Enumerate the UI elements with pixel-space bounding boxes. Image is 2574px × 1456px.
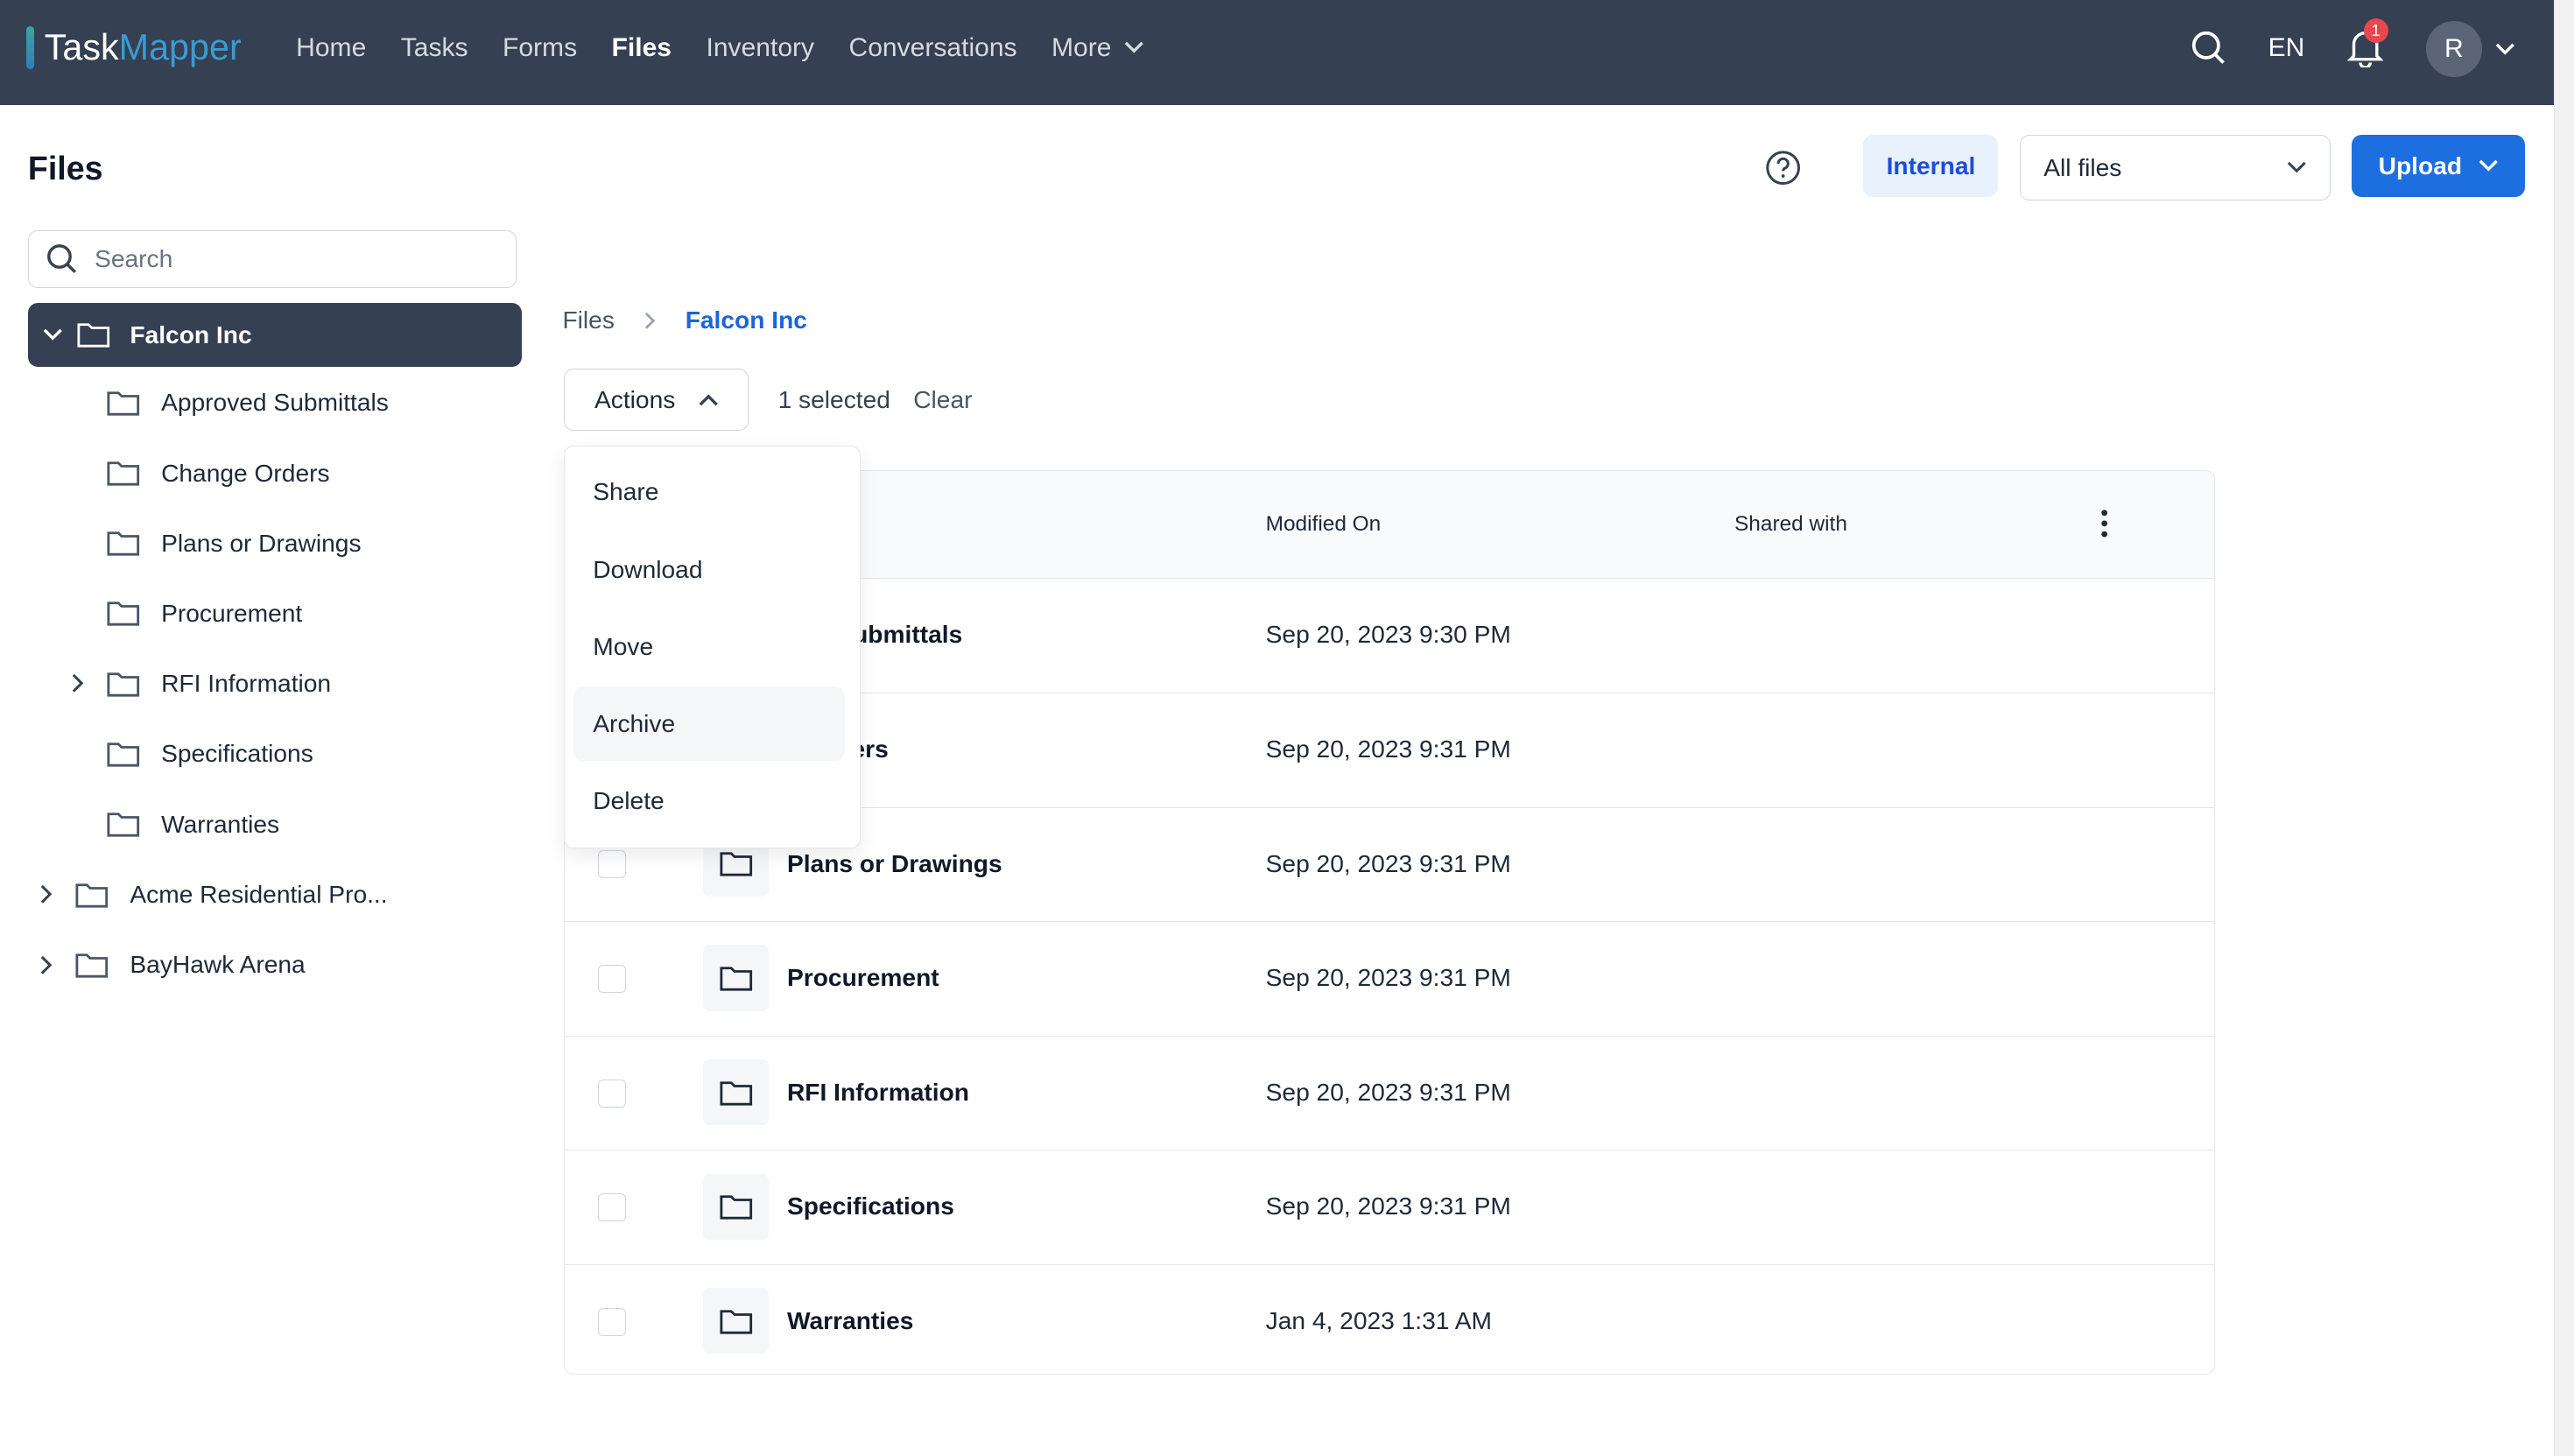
chevron-down-icon [2495, 43, 2514, 55]
folder-icon [107, 672, 140, 697]
folder-icon [107, 531, 140, 556]
tree-item[interactable]: Warranties [107, 810, 279, 839]
clear-selection-button[interactable]: Clear [913, 385, 972, 414]
internal-button[interactable]: Internal [1863, 135, 1999, 198]
actions-menu: Share Download Move Archive Delete [564, 446, 861, 849]
chevron-right-icon[interactable] [39, 955, 53, 975]
table-row[interactable]: Specifications Sep 20, 2023 9:31 PM [565, 1150, 2215, 1266]
file-filter-select[interactable]: All files [2019, 135, 2331, 201]
modified-date: Sep 20, 2023 9:31 PM [1265, 1192, 1511, 1220]
menu-item-download[interactable]: Download [573, 532, 845, 607]
column-modified-on[interactable]: Modified On [1266, 512, 1382, 537]
folder-icon [720, 1310, 753, 1334]
menu-item-delete[interactable]: Delete [573, 764, 845, 839]
notification-bell-icon[interactable]: 1 [2346, 18, 2388, 74]
avatar: R [2425, 21, 2482, 78]
tree-item[interactable]: Approved Submittals [107, 388, 389, 417]
nav-tasks[interactable]: Tasks [401, 33, 468, 63]
row-checkbox[interactable] [597, 1307, 626, 1336]
nav-forms[interactable]: Forms [503, 33, 577, 63]
row-checkbox[interactable] [597, 850, 626, 879]
folder-icon [720, 1080, 753, 1106]
chevron-right-icon [644, 312, 656, 329]
folder-icon [720, 852, 753, 876]
tree-item-falcon-inc[interactable]: Falcon Inc [27, 302, 522, 367]
question-circle-icon[interactable] [1765, 150, 1801, 193]
selection-count: 1 selected [777, 384, 890, 413]
file-name[interactable]: RFI Information [787, 1078, 969, 1107]
modified-date: Sep 20, 2023 9:30 PM [1265, 620, 1511, 649]
tree-item[interactable]: Specifications [107, 739, 313, 768]
main-nav: Home Tasks Forms Files Inventory Conversation… [296, 33, 1144, 63]
row-checkbox[interactable] [597, 1079, 626, 1108]
folder-icon [107, 601, 140, 627]
menu-item-archive[interactable]: Archive [573, 686, 845, 761]
row-checkbox[interactable] [597, 965, 626, 994]
tree-item[interactable]: BayHawk Arena [40, 950, 306, 979]
nav-files[interactable]: Files [612, 33, 672, 63]
chevron-up-icon [699, 394, 718, 406]
breadcrumb-current[interactable]: Falcon Inc [686, 306, 807, 334]
file-name[interactable]: Warranties [787, 1306, 913, 1335]
tree-item[interactable]: RFI Information [72, 669, 331, 698]
taskmapper-logo[interactable]: TaskMapper [26, 26, 242, 69]
nav-more[interactable]: More [1051, 33, 1144, 63]
file-name[interactable]: Procurement [787, 963, 939, 992]
tree-item[interactable]: Acme Residential Pro... [40, 880, 388, 909]
table-row[interactable]: Warranties Jan 4, 2023 1:31 AM [565, 1265, 2214, 1374]
modified-date: Sep 20, 2023 9:31 PM [1265, 1077, 1511, 1106]
folder-icon [720, 1195, 753, 1220]
folder-icon [107, 461, 140, 486]
modified-date: Jan 4, 2023 1:31 AM [1265, 1305, 1492, 1334]
folder-icon [75, 883, 109, 908]
table-row[interactable]: RFI Information Sep 20, 2023 9:31 PM [565, 1037, 2215, 1151]
sidebar-search-input[interactable]: Search [27, 230, 517, 288]
language-switch[interactable]: EN [2268, 33, 2305, 63]
modified-date: Sep 20, 2023 9:31 PM [1265, 848, 1511, 877]
chevron-down-icon [1125, 41, 1144, 53]
chevron-down-icon [2479, 159, 2498, 172]
chevron-down-icon[interactable] [43, 328, 63, 341]
modified-date: Sep 20, 2023 9:31 PM [1265, 734, 1511, 763]
tree-item[interactable]: Procurement [107, 599, 302, 628]
table-row[interactable]: Procurement Sep 20, 2023 9:31 PM [565, 922, 2215, 1037]
modified-date: Sep 20, 2023 9:31 PM [1265, 963, 1511, 992]
file-name[interactable]: Plans or Drawings [787, 849, 1002, 878]
folder-icon [107, 812, 140, 837]
upload-button[interactable]: Upload [2352, 135, 2525, 198]
folder-icon [107, 742, 140, 767]
folder-icon [75, 953, 109, 978]
more-vertical-icon[interactable] [2099, 509, 2109, 538]
row-checkbox[interactable] [597, 1193, 626, 1222]
menu-item-share[interactable]: Share [573, 454, 845, 529]
tree-item[interactable]: Change Orders [107, 459, 330, 488]
scrollbar[interactable] [2554, 0, 2574, 1456]
search-icon[interactable] [2191, 30, 2226, 66]
file-name[interactable]: Specifications [787, 1192, 954, 1220]
column-shared-with[interactable]: Shared with [1734, 512, 1847, 537]
folder-icon [720, 967, 753, 991]
notification-badge: 1 [2363, 18, 2388, 43]
breadcrumb: Files Falcon Inc [562, 306, 806, 334]
tree-item[interactable]: Plans or Drawings [107, 529, 362, 558]
page-title: Files [27, 149, 103, 186]
top-nav-bar: TaskMapper Home Tasks Forms Files Inventory C… [0, 0, 2555, 106]
nav-home[interactable]: Home [296, 33, 366, 63]
chevron-down-icon [2287, 161, 2306, 173]
actions-dropdown-button[interactable]: Actions [564, 368, 749, 432]
user-menu[interactable]: R [2425, 21, 2514, 78]
search-icon [46, 244, 76, 274]
menu-item-move[interactable]: Move [573, 609, 845, 684]
nav-conversations[interactable]: Conversations [849, 33, 1017, 63]
breadcrumb-files[interactable]: Files [562, 306, 614, 334]
nav-inventory[interactable]: Inventory [706, 33, 814, 63]
folder-icon [107, 391, 140, 416]
chevron-right-icon[interactable] [39, 884, 53, 904]
folder-icon [77, 323, 110, 348]
chevron-right-icon[interactable] [71, 673, 84, 693]
